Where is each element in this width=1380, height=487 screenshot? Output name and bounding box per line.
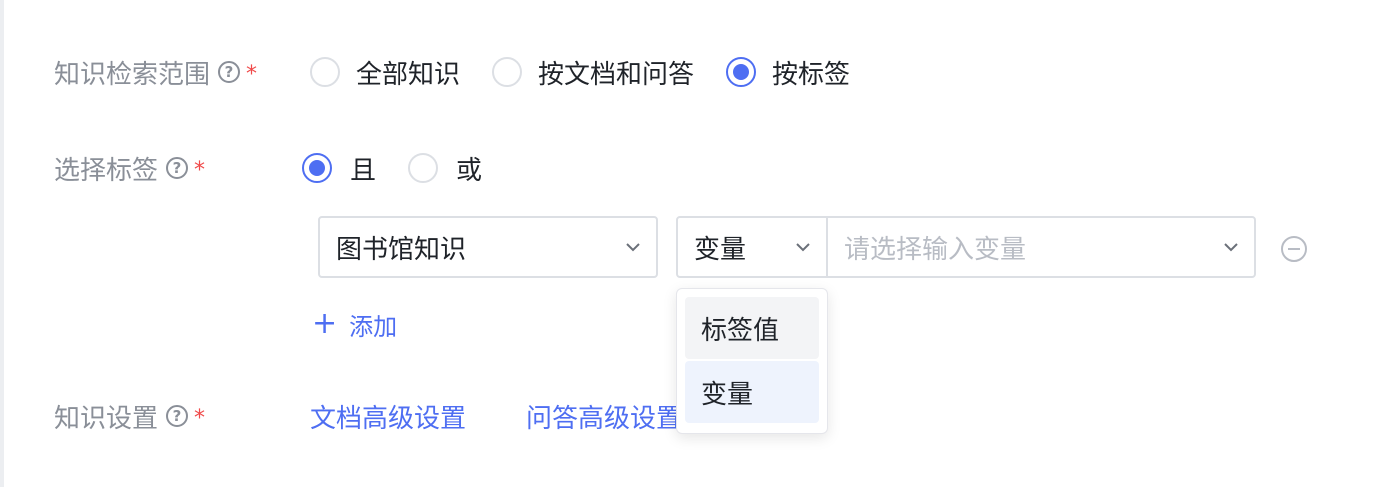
radio-by-doc-and-qa[interactable]: 按文档和问答 [492,54,694,91]
chevron-down-icon[interactable] [794,238,812,256]
type-select-value: 变量 [694,234,747,265]
radio-circle-icon[interactable] [310,57,340,87]
help-icon[interactable]: ? [218,61,241,83]
chevron-down-icon[interactable] [624,238,642,256]
help-icon[interactable]: ? [166,405,189,427]
radio-and[interactable]: 且 [302,150,376,187]
radio-by-tag[interactable]: 按标签 [726,54,850,91]
retrieval-scope-label: 知识检索范围 [54,59,211,90]
add-label: 添加 [349,312,398,341]
knowledge-settings-label-row: 知识设置 ? * [54,396,205,436]
knowledge-settings-label: 知识设置 [54,403,159,434]
required-asterisk: * [194,157,206,183]
tag-select[interactable]: 图书馆知识 [318,216,658,278]
radio-checked-icon[interactable] [302,153,332,183]
add-condition-button[interactable]: + 添加 [312,306,397,342]
remove-condition-icon[interactable] [1281,236,1307,262]
radio-circle-icon[interactable] [492,57,523,87]
tag-logic-radio-group: 且 或 [302,148,482,188]
radio-label: 按文档和问答 [538,59,695,90]
radio-circle-icon[interactable] [408,153,439,183]
radio-or[interactable]: 或 [408,150,482,187]
tag-select-value: 图书馆知识 [336,234,467,265]
type-select[interactable]: 变量 [676,216,828,278]
required-asterisk: * [194,405,206,431]
variable-select[interactable]: 请选择输入变量 [826,216,1256,278]
variable-select-placeholder: 请选择输入变量 [844,234,1027,265]
tag-selection-label-row: 选择标签 ? * [54,148,205,188]
radio-label: 按标签 [772,59,851,90]
required-asterisk: * [246,61,258,87]
radio-label: 且 [350,155,377,186]
retrieval-scope-radio-group: 全部知识 按文档和问答 按标签 [310,52,850,92]
help-icon[interactable]: ? [166,157,189,179]
left-edge [0,0,4,487]
retrieval-scope-label-row: 知识检索范围 ? * [54,52,257,92]
plus-icon: + [312,306,338,341]
dropdown-option-tag-value[interactable]: 标签值 [685,297,819,359]
dropdown-option-variable[interactable]: 变量 [685,361,819,423]
radio-checked-icon[interactable] [726,57,757,87]
type-dropdown-menu: 标签值 变量 [676,288,828,434]
chevron-down-icon[interactable] [1222,238,1240,256]
radio-label: 或 [456,155,483,186]
radio-label: 全部知识 [356,59,461,90]
radio-all-knowledge[interactable]: 全部知识 [310,54,460,91]
tag-selection-label: 选择标签 [54,155,159,186]
qa-advanced-settings-link[interactable]: 问答高级设置 [526,398,682,435]
doc-advanced-settings-link[interactable]: 文档高级设置 [310,398,466,435]
